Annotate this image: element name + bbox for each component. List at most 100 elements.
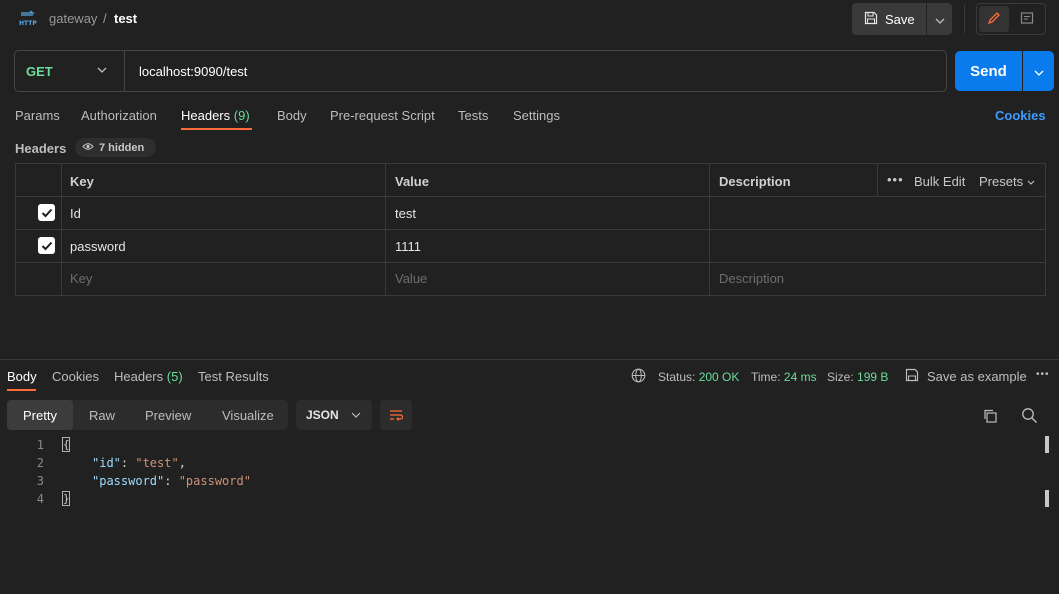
tab-prerequest-script[interactable]: Pre-request Script bbox=[330, 108, 435, 123]
format-raw[interactable]: Raw bbox=[89, 408, 115, 423]
new-key-input[interactable]: Key bbox=[70, 271, 92, 286]
header-key-cell[interactable]: Id bbox=[70, 206, 81, 221]
chevron-down-icon bbox=[1034, 64, 1044, 79]
response-tab-cookies[interactable]: Cookies bbox=[52, 369, 99, 384]
status-label: Status: bbox=[658, 370, 696, 384]
tab-body[interactable]: Body bbox=[277, 108, 307, 123]
json-value: "test" bbox=[135, 456, 179, 470]
breadcrumb-collection[interactable]: gateway bbox=[49, 11, 97, 26]
svg-text:HTTP: HTTP bbox=[19, 20, 37, 27]
documentation-mode-button[interactable] bbox=[1012, 6, 1042, 32]
header-value-cell[interactable]: test bbox=[395, 206, 416, 221]
tab-authorization[interactable]: Authorization bbox=[81, 108, 157, 123]
open-brace: { bbox=[62, 437, 70, 452]
response-tab-body[interactable]: Body bbox=[7, 369, 37, 384]
header-value-cell[interactable]: 1111 bbox=[395, 239, 421, 254]
response-headers-count: (5) bbox=[166, 369, 183, 384]
pencil-icon bbox=[987, 11, 1001, 28]
language-label: JSON bbox=[306, 408, 339, 422]
response-divider[interactable] bbox=[0, 359, 1059, 360]
eye-icon bbox=[82, 142, 94, 154]
tab-tests[interactable]: Tests bbox=[458, 108, 488, 123]
save-example-icon bbox=[905, 368, 919, 385]
json-line-id: "id": "test", bbox=[92, 456, 186, 470]
response-tab-headers[interactable]: Headers (5) bbox=[114, 369, 183, 384]
line-number: 3 bbox=[36, 474, 44, 488]
column-divider bbox=[709, 163, 710, 296]
method-select[interactable]: GET bbox=[26, 64, 53, 79]
header-row-checkbox[interactable] bbox=[38, 204, 55, 221]
scrollbar-marker[interactable] bbox=[1045, 490, 1049, 507]
column-header-description: Description bbox=[719, 174, 791, 189]
json-key: "id" bbox=[92, 456, 121, 470]
breadcrumb-separator: / bbox=[103, 11, 107, 26]
url-input[interactable]: localhost:9090/test bbox=[139, 64, 247, 79]
send-options-button[interactable] bbox=[1023, 51, 1054, 91]
url-divider bbox=[124, 51, 125, 91]
time-label: Time: bbox=[751, 370, 781, 384]
globe-icon[interactable] bbox=[631, 368, 646, 386]
status-readout[interactable]: Status: 200 OK bbox=[658, 370, 739, 384]
table-divider bbox=[15, 229, 1046, 230]
checkmark-icon bbox=[41, 208, 52, 217]
copy-icon[interactable] bbox=[982, 408, 998, 427]
chevron-down-icon bbox=[935, 12, 945, 27]
new-value-input[interactable]: Value bbox=[395, 271, 427, 286]
edit-mode-button[interactable] bbox=[979, 6, 1009, 32]
active-tab-indicator bbox=[181, 128, 252, 130]
header-row-checkbox[interactable] bbox=[38, 237, 55, 254]
wrap-lines-button[interactable] bbox=[380, 400, 412, 430]
close-brace: } bbox=[62, 491, 70, 506]
bulk-edit-button[interactable]: Bulk Edit bbox=[914, 174, 965, 189]
save-icon bbox=[864, 11, 878, 28]
save-label: Save bbox=[885, 11, 915, 27]
scrollbar-marker[interactable] bbox=[1045, 436, 1049, 453]
time-readout[interactable]: Time: 24 ms bbox=[751, 370, 817, 384]
json-value: "password" bbox=[178, 474, 251, 488]
save-button[interactable]: Save bbox=[852, 3, 926, 35]
line-number: 2 bbox=[36, 456, 44, 470]
search-icon[interactable] bbox=[1021, 407, 1038, 427]
hidden-headers-toggle[interactable]: 7 hidden bbox=[75, 138, 156, 157]
tab-settings[interactable]: Settings bbox=[513, 108, 560, 123]
hidden-count: 7 hidden bbox=[99, 141, 145, 154]
format-pretty[interactable]: Pretty bbox=[23, 408, 57, 423]
new-description-input[interactable]: Description bbox=[719, 271, 784, 286]
send-button[interactable]: Send bbox=[955, 51, 1022, 91]
more-options-icon[interactable]: ••• bbox=[887, 172, 904, 187]
tab-params[interactable]: Params bbox=[15, 108, 60, 123]
column-divider bbox=[385, 163, 386, 296]
save-as-example-button[interactable]: Save as example bbox=[927, 369, 1027, 384]
chevron-down-icon bbox=[351, 412, 361, 418]
breadcrumb-request-name[interactable]: test bbox=[114, 11, 137, 26]
save-options-button[interactable] bbox=[927, 3, 952, 35]
time-value: 24 ms bbox=[783, 370, 817, 384]
line-number: 1 bbox=[36, 438, 44, 452]
column-header-value: Value bbox=[395, 174, 429, 189]
chevron-down-icon[interactable] bbox=[96, 63, 108, 80]
column-divider bbox=[61, 163, 62, 296]
tab-headers[interactable]: Headers (9) bbox=[181, 108, 250, 123]
cookies-link[interactable]: Cookies bbox=[995, 108, 1046, 123]
json-key: "password" bbox=[92, 474, 165, 488]
response-tab-test-results[interactable]: Test Results bbox=[198, 369, 269, 384]
presets-dropdown[interactable]: Presets bbox=[979, 174, 1035, 189]
more-options-icon[interactable]: ••• bbox=[1036, 369, 1050, 380]
format-visualize[interactable]: Visualize bbox=[222, 408, 274, 423]
column-divider bbox=[877, 163, 878, 196]
format-preview[interactable]: Preview bbox=[145, 408, 191, 423]
presets-label: Presets bbox=[979, 174, 1024, 189]
tab-headers-label: Headers bbox=[181, 108, 231, 123]
table-divider bbox=[15, 262, 1046, 263]
document-icon bbox=[1020, 11, 1034, 28]
toolbar-divider bbox=[964, 5, 965, 33]
size-value: 199 B bbox=[857, 370, 889, 384]
header-key-cell[interactable]: password bbox=[70, 239, 126, 254]
size-readout[interactable]: Size: 199 B bbox=[827, 370, 888, 384]
line-number: 4 bbox=[36, 492, 44, 506]
table-divider bbox=[15, 196, 1046, 197]
active-tab-indicator bbox=[7, 389, 36, 391]
size-label: Size: bbox=[827, 370, 854, 384]
language-select[interactable]: JSON bbox=[296, 400, 372, 430]
status-value: 200 OK bbox=[698, 370, 740, 384]
